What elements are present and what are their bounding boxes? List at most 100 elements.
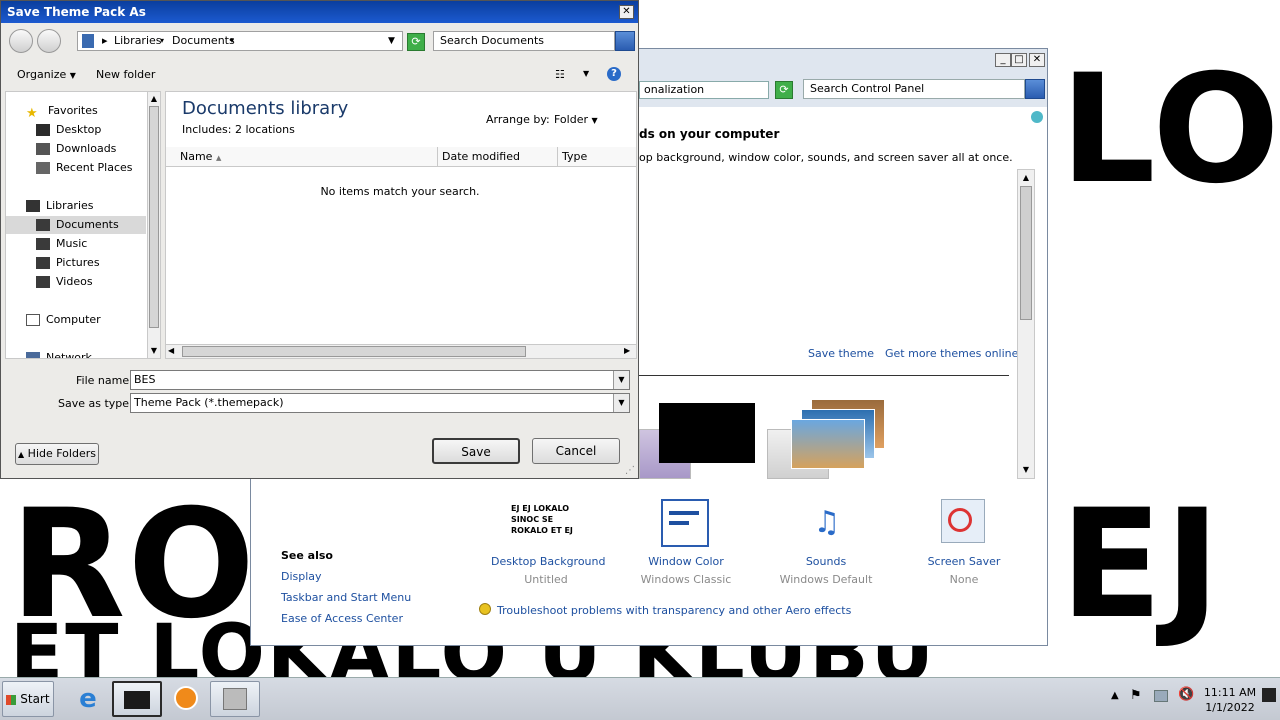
- breadcrumb-libraries[interactable]: Libraries: [114, 32, 162, 50]
- save-type-select[interactable]: Theme Pack (*.themepack) ▼: [130, 393, 630, 413]
- back-button[interactable]: [9, 29, 33, 53]
- new-folder-button[interactable]: New folder: [96, 68, 155, 81]
- save-theme-link[interactable]: Save theme: [808, 347, 874, 360]
- chevron-up-icon: ▲: [18, 450, 25, 459]
- sounds-value: Windows Default: [779, 573, 873, 586]
- control-panel-taskbar-button[interactable]: [210, 681, 260, 717]
- sounds-item[interactable]: ♫ Sounds Windows Default: [771, 499, 881, 589]
- views-icon[interactable]: ☷: [555, 68, 565, 81]
- music-icon: [36, 238, 50, 250]
- empty-message: No items match your search.: [320, 185, 480, 198]
- dialog-address-bar[interactable]: ▸ Libraries ▾ Documents ▾ ▼: [77, 31, 403, 51]
- desktop-background-label[interactable]: Desktop Background: [491, 555, 606, 568]
- theme-list-scrollbar[interactable]: ▲ ▼: [1017, 169, 1035, 479]
- taskbar: Start e ▲ ⚑ 🔇 11:11 AM 1/1/2022: [0, 677, 1280, 720]
- see-also-display-link[interactable]: Display: [281, 570, 322, 583]
- refresh-icon[interactable]: ⟳: [407, 33, 425, 51]
- horizontal-scrollbar[interactable]: ◀ ▶: [166, 344, 636, 358]
- explorer-taskbar-button[interactable]: [112, 681, 162, 717]
- see-also-ease-link[interactable]: Ease of Access Center: [281, 612, 403, 625]
- chevron-down-icon[interactable]: ▾: [230, 32, 234, 50]
- cp-search-icon[interactable]: [1025, 79, 1045, 99]
- nav-libraries[interactable]: Libraries: [26, 197, 94, 215]
- action-center-flag-icon[interactable]: ⚑: [1130, 688, 1142, 703]
- nav-recent-places[interactable]: Recent Places: [36, 159, 133, 177]
- nav-music[interactable]: Music: [36, 235, 87, 253]
- help-icon[interactable]: ?: [607, 67, 621, 81]
- includes-locations-link[interactable]: 2 locations: [235, 123, 295, 136]
- start-button[interactable]: Start: [2, 681, 54, 717]
- nav-computer[interactable]: Computer: [26, 311, 101, 329]
- scroll-right-arrow[interactable]: ▶: [624, 345, 630, 357]
- volume-muted-icon[interactable]: 🔇: [1178, 687, 1194, 702]
- desktop-background-item[interactable]: EJ EJ LOKALO SINOC SE ROKALO ET EJ Deskt…: [491, 499, 606, 589]
- nav-pictures[interactable]: Pictures: [36, 254, 100, 272]
- sounds-icon: ♫: [813, 505, 841, 540]
- dialog-toolbar: Organize ▼ New folder ☷ ▼ ?: [1, 63, 638, 89]
- nav-scrollbar[interactable]: ▲ ▼: [147, 91, 161, 359]
- column-date-modified[interactable]: Date modified: [438, 147, 558, 167]
- scroll-left-arrow[interactable]: ◀: [168, 345, 174, 357]
- save-type-dropdown-icon[interactable]: ▼: [613, 394, 629, 412]
- scroll-down-arrow[interactable]: ▼: [1018, 462, 1034, 478]
- nav-videos[interactable]: Videos: [36, 273, 93, 291]
- close-button[interactable]: ✕: [1029, 53, 1045, 67]
- address-dropdown-icon[interactable]: ▼: [388, 32, 395, 50]
- resize-grip-icon[interactable]: ⋰: [625, 465, 637, 477]
- internet-explorer-icon[interactable]: e: [70, 682, 106, 716]
- scroll-thumb[interactable]: [149, 106, 159, 328]
- window-color-label[interactable]: Window Color: [631, 555, 741, 568]
- media-player-icon[interactable]: [168, 682, 204, 716]
- nav-downloads[interactable]: Downloads: [36, 140, 116, 158]
- views-dropdown-icon[interactable]: ▼: [583, 69, 589, 78]
- file-name-dropdown-icon[interactable]: ▼: [613, 371, 629, 389]
- theme-thumb-black[interactable]: [659, 403, 755, 463]
- breadcrumb-documents[interactable]: Documents: [172, 32, 235, 50]
- nav-favorites[interactable]: ★ Favorites: [26, 102, 98, 121]
- organize-button[interactable]: Organize ▼: [17, 68, 76, 81]
- help-icon[interactable]: [1031, 111, 1043, 123]
- scroll-up-arrow[interactable]: ▲: [1018, 170, 1034, 186]
- clock[interactable]: 11:11 AM 1/1/2022: [1200, 685, 1260, 715]
- cancel-button[interactable]: Cancel: [532, 438, 620, 464]
- show-desktop-button[interactable]: [1262, 688, 1276, 702]
- scroll-up-arrow[interactable]: ▲: [148, 92, 160, 106]
- chevron-down-icon[interactable]: ▾: [160, 32, 164, 50]
- screen-saver-icon: [941, 499, 985, 543]
- windows-logo-icon: [6, 694, 17, 705]
- nav-documents[interactable]: Documents: [36, 216, 119, 234]
- dialog-search-icon[interactable]: [615, 31, 635, 51]
- screen-saver-item[interactable]: Screen Saver None: [909, 499, 1019, 589]
- window-color-item[interactable]: Window Color Windows Classic: [631, 499, 741, 589]
- screen-saver-label[interactable]: Screen Saver: [909, 555, 1019, 568]
- hide-folders-button[interactable]: ▲ Hide Folders: [15, 443, 99, 465]
- column-type[interactable]: Type: [558, 147, 636, 167]
- minimize-button[interactable]: _: [995, 53, 1011, 67]
- h-scroll-thumb[interactable]: [182, 346, 526, 357]
- nav-desktop[interactable]: Desktop: [36, 121, 101, 139]
- arrange-by-dropdown[interactable]: Folder ▼: [554, 113, 598, 126]
- cp-search-input[interactable]: Search Control Panel: [803, 79, 1025, 99]
- dialog-close-button[interactable]: ✕: [619, 5, 634, 19]
- troubleshoot-link[interactable]: Troubleshoot problems with transparency …: [497, 604, 851, 617]
- documents-icon: [36, 219, 50, 231]
- save-button[interactable]: Save: [432, 438, 520, 464]
- scroll-thumb[interactable]: [1020, 186, 1032, 320]
- computer-icon: [26, 314, 40, 326]
- refresh-icon[interactable]: ⟳: [775, 81, 793, 99]
- cp-breadcrumb[interactable]: onalization: [639, 81, 769, 99]
- recent-places-icon: [36, 162, 50, 174]
- videos-icon: [36, 276, 50, 288]
- scroll-down-arrow[interactable]: ▼: [148, 344, 160, 358]
- see-also-taskbar-link[interactable]: Taskbar and Start Menu: [281, 591, 411, 604]
- sounds-label[interactable]: Sounds: [771, 555, 881, 568]
- file-name-input[interactable]: BES ▼: [130, 370, 630, 390]
- network-error-icon[interactable]: [1154, 690, 1168, 702]
- dialog-search-input[interactable]: Search Documents: [433, 31, 615, 51]
- get-more-themes-link[interactable]: Get more themes online: [885, 347, 1018, 360]
- maximize-button[interactable]: □: [1011, 53, 1027, 67]
- nav-network[interactable]: Network: [26, 349, 92, 358]
- show-hidden-icons[interactable]: ▲: [1111, 690, 1119, 701]
- forward-button[interactable]: [37, 29, 61, 53]
- column-name[interactable]: Name ▲: [166, 147, 438, 167]
